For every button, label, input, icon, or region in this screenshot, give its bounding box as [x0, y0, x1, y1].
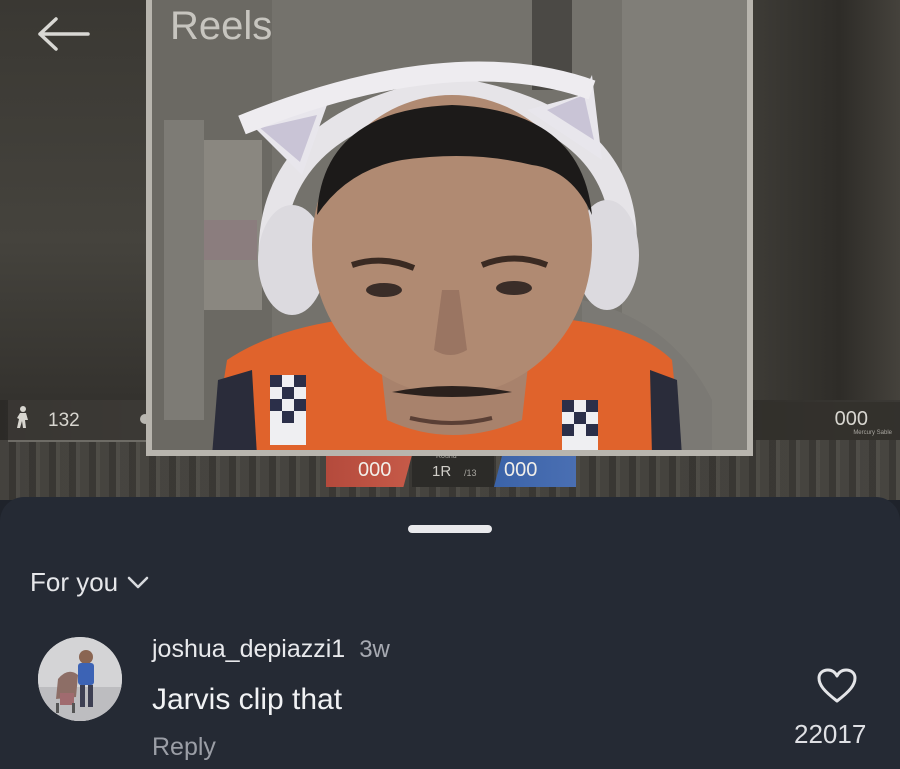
like-count: 22017 [794, 719, 867, 749]
round-indicator: Round 1R /13 [412, 453, 494, 487]
player-figure-icon [17, 406, 28, 428]
heart-outline-icon [817, 668, 857, 703]
arrow-left-icon [38, 17, 90, 51]
webcam-overlay [146, 0, 753, 456]
comment-item: joshua_depiazzi1 3w Jarvis clip that Rep… [36, 635, 876, 769]
reply-button[interactable]: Reply [152, 733, 216, 762]
comment-text: Jarvis clip that [152, 683, 343, 716]
game-scoreboard: 000 Round 1R /13 000 [326, 453, 576, 489]
round-total: /13 [464, 468, 477, 478]
page-title: Reels [170, 4, 273, 48]
hud-right-value: 000 [834, 408, 868, 430]
game-wall-left [0, 0, 150, 400]
game-hud-right: 000 Mercury Sable [762, 402, 900, 440]
avatar[interactable] [38, 637, 122, 721]
avatar-image [38, 637, 122, 721]
comment-timestamp: 3w [359, 636, 390, 663]
like-button[interactable] [816, 667, 858, 705]
game-wall-right [750, 0, 900, 400]
hud-right-subtitle: Mercury Sable [853, 430, 892, 436]
comment-filter-label: For you [30, 567, 119, 597]
back-button[interactable] [30, 14, 94, 54]
comment-meta: joshua_depiazzi1 3w [152, 635, 390, 664]
comments-sheet: For you joshua_depiazzi1 3w Jarvis clip … [0, 497, 900, 769]
comment-username[interactable]: joshua_depiazzi1 [152, 635, 345, 664]
streamer-webcam-image [152, 0, 747, 450]
hud-player-count: 132 [48, 410, 80, 431]
round-label: 1R [432, 463, 452, 480]
chevron-down-icon [127, 576, 149, 588]
comment-filter-dropdown[interactable]: For you [30, 567, 150, 598]
sheet-drag-handle[interactable] [408, 525, 492, 533]
score-red-team: 000 [326, 455, 412, 487]
score-red-value: 000 [358, 459, 392, 481]
score-blue-team: 000 [494, 455, 576, 487]
game-hud-left: 132 [8, 400, 158, 442]
score-blue-value: 000 [504, 459, 538, 481]
